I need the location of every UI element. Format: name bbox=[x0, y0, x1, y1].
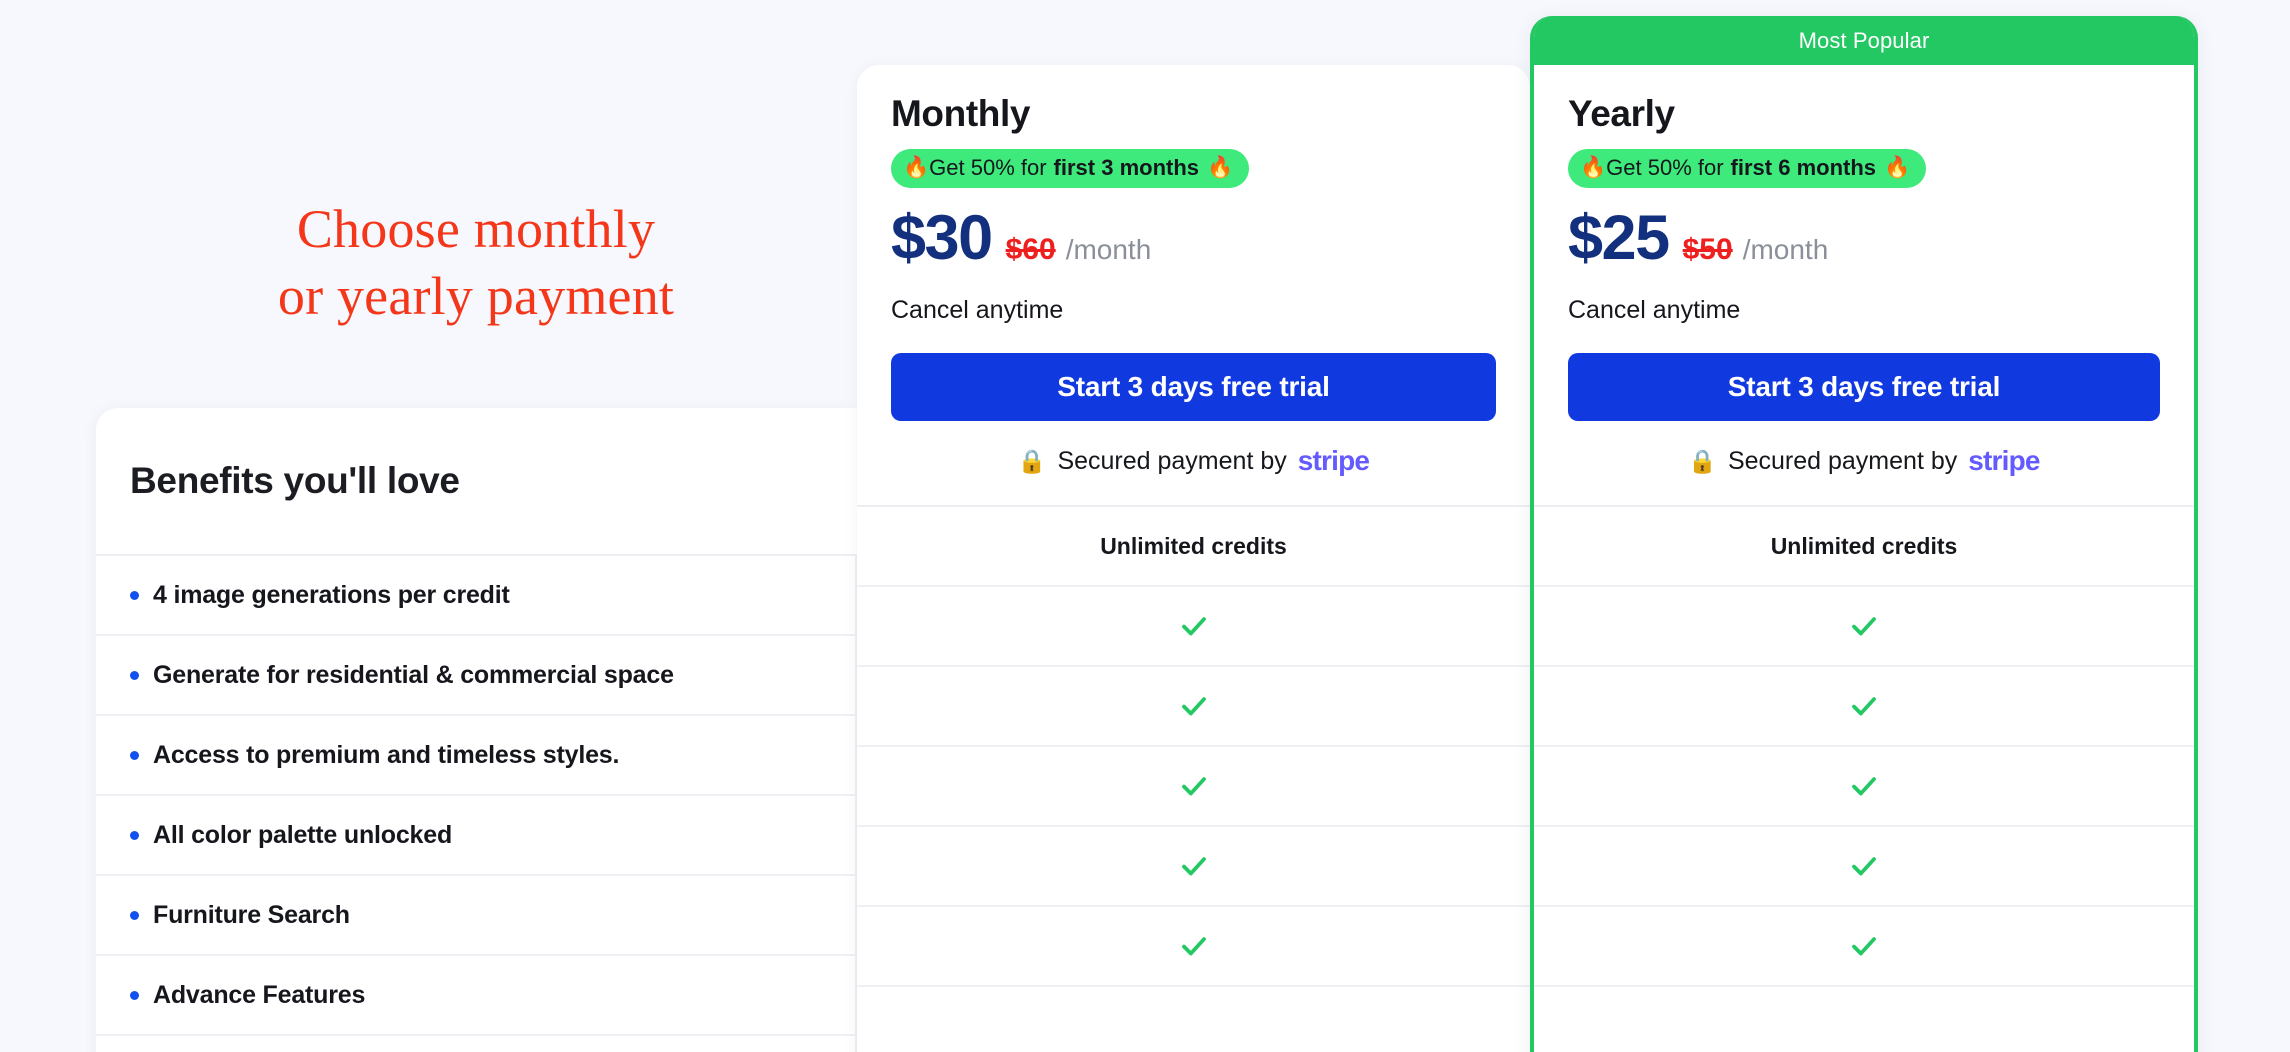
price-original-yearly: $50 bbox=[1682, 233, 1733, 266]
plan-feature-cell bbox=[1534, 907, 2194, 987]
plan-name-yearly: Yearly bbox=[1568, 93, 1675, 134]
plan-feature-cell bbox=[857, 907, 1530, 987]
promo-prefix: Get 50% for bbox=[929, 155, 1047, 180]
benefit-label: Advance Features bbox=[153, 980, 366, 1009]
price-period-yearly: /month bbox=[1742, 234, 1829, 265]
secure-payment-text: Secured payment by bbox=[1057, 446, 1287, 475]
bullet-icon bbox=[130, 830, 139, 840]
benefits-list: 4 image generations per credit Generate f… bbox=[96, 556, 857, 1036]
start-trial-button-monthly[interactable]: Start 3 days free trial bbox=[891, 353, 1496, 421]
stripe-logo: stripe bbox=[1297, 445, 1370, 476]
price-period-monthly: /month bbox=[1065, 234, 1152, 265]
fire-icon: 🔥 bbox=[1580, 156, 1607, 179]
price-current-monthly: $30 bbox=[891, 203, 993, 273]
lock-icon: 🔒 bbox=[1017, 447, 1047, 474]
plan-header-yearly: Yearly 🔥 Get 50% for first 6 months 🔥 $2… bbox=[1534, 65, 2194, 505]
check-icon bbox=[1181, 697, 1206, 716]
secure-payment-monthly: 🔒 Secured payment by stripe bbox=[891, 445, 1496, 505]
secure-payment-yearly: 🔒 Secured payment by stripe bbox=[1568, 445, 2160, 505]
benefits-header: Benefits you'll love bbox=[96, 408, 857, 556]
promo-prefix: Get 50% for bbox=[1606, 155, 1724, 180]
plan-header-monthly: Monthly 🔥 Get 50% for first 3 months 🔥 $… bbox=[857, 65, 1530, 505]
bullet-icon bbox=[130, 990, 139, 1000]
check-icon bbox=[1181, 617, 1206, 636]
check-icon bbox=[1181, 857, 1206, 876]
price-current-yearly: $25 bbox=[1568, 203, 1670, 273]
pricing-page: Choose monthly or yearly payment Benefit… bbox=[0, 0, 2290, 1052]
price-row-monthly: $30 $60 /month bbox=[891, 202, 1496, 274]
check-icon bbox=[1181, 777, 1206, 796]
plan-feature-cells-yearly: Unlimited credits bbox=[1534, 507, 2194, 987]
promo-badge-yearly: 🔥 Get 50% for first 6 months 🔥 bbox=[1568, 149, 1927, 188]
benefit-row: Furniture Search bbox=[96, 876, 857, 956]
plan-feature-cell bbox=[1534, 747, 2194, 827]
plan-feature-cell bbox=[857, 587, 1530, 667]
bullet-icon bbox=[130, 910, 139, 920]
check-icon bbox=[1852, 777, 1876, 796]
plan-feature-cell bbox=[1534, 587, 2194, 667]
secure-payment-text: Secured payment by bbox=[1727, 446, 1958, 475]
fire-icon: 🔥 bbox=[1884, 156, 1911, 179]
check-icon bbox=[1852, 857, 1876, 876]
cancel-note-yearly: Cancel anytime bbox=[1568, 296, 1741, 324]
price-original-monthly: $60 bbox=[1005, 233, 1056, 266]
benefit-label: 4 image generations per credit bbox=[153, 580, 510, 609]
stripe-logo: stripe bbox=[1968, 445, 2040, 476]
benefits-title: Benefits you'll love bbox=[130, 460, 460, 501]
fire-icon: 🔥 bbox=[1207, 156, 1234, 179]
plan-feature-cell bbox=[1534, 667, 2194, 747]
cancel-note-monthly: Cancel anytime bbox=[891, 296, 1064, 324]
plan-feature-cell bbox=[1534, 827, 2194, 907]
promo-emphasis: first 3 months bbox=[1053, 155, 1200, 180]
price-row-yearly: $25 $50 /month bbox=[1568, 202, 2160, 274]
benefit-row: Access to premium and timeless styles. bbox=[96, 716, 857, 796]
benefit-row: All color palette unlocked bbox=[96, 796, 857, 876]
benefit-row: 4 image generations per credit bbox=[96, 556, 857, 636]
plan-card-yearly: Most Popular Yearly 🔥 Get 50% for first … bbox=[1530, 16, 2198, 1052]
benefit-row: Generate for residential & commercial sp… bbox=[96, 636, 857, 716]
plan-feature-cell: Unlimited credits bbox=[857, 507, 1530, 587]
plan-feature-cell: Unlimited credits bbox=[1534, 507, 2194, 587]
plan-feature-cell bbox=[857, 747, 1530, 827]
check-icon bbox=[1852, 617, 1876, 636]
bullet-icon bbox=[130, 750, 139, 760]
benefit-label: Generate for residential & commercial sp… bbox=[153, 660, 674, 689]
page-title-line-2: or yearly payment bbox=[277, 265, 675, 326]
check-icon bbox=[1181, 937, 1206, 956]
page-title: Choose monthly or yearly payment bbox=[96, 196, 856, 330]
benefit-label: All color palette unlocked bbox=[153, 820, 453, 849]
bullet-icon bbox=[130, 670, 139, 680]
benefits-card: Benefits you'll love 4 image generations… bbox=[96, 408, 857, 1052]
promo-emphasis: first 6 months bbox=[1730, 155, 1877, 180]
plan-feature-cell bbox=[857, 667, 1530, 747]
fire-icon: 🔥 bbox=[903, 156, 930, 179]
plan-feature-cell bbox=[857, 827, 1530, 907]
check-icon bbox=[1852, 697, 1876, 716]
benefit-row: Advance Features bbox=[96, 956, 857, 1036]
benefit-label: Furniture Search bbox=[153, 900, 350, 929]
plan-feature-cells-monthly: Unlimited credits bbox=[857, 507, 1530, 987]
lock-icon: 🔒 bbox=[1688, 447, 1717, 474]
plan-card-monthly: Monthly 🔥 Get 50% for first 3 months 🔥 $… bbox=[857, 65, 1530, 1052]
check-icon bbox=[1852, 937, 1876, 956]
benefit-label: Access to premium and timeless styles. bbox=[153, 740, 620, 769]
page-title-line-1: Choose monthly bbox=[296, 199, 656, 259]
promo-badge-monthly: 🔥 Get 50% for first 3 months 🔥 bbox=[891, 149, 1250, 188]
plan-name-monthly: Monthly bbox=[891, 93, 1031, 134]
most-popular-banner: Most Popular bbox=[1534, 16, 2194, 65]
start-trial-button-yearly[interactable]: Start 3 days free trial bbox=[1568, 353, 2160, 421]
bullet-icon bbox=[130, 590, 139, 600]
